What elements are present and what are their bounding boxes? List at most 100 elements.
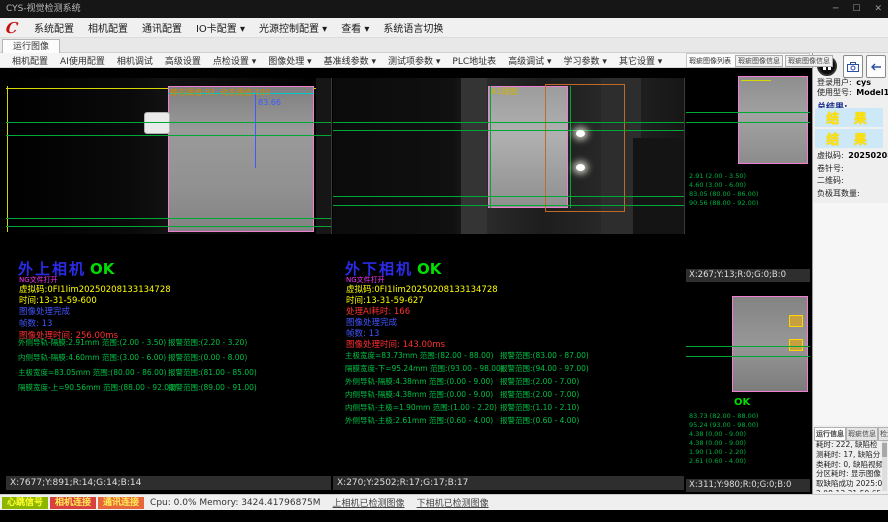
menu-bar: C 系统配置相机配置通讯配置IO卡配置 ▾光源控制配置 ▾查看 ▾系统语言切换 (0, 18, 888, 38)
defect-highlight-box-1 (789, 315, 803, 327)
result-text: 结 果 (826, 129, 872, 148)
measurement-row: 外侧导轨-隔膜:2.91mm 范围:(2.00 - 3.50)报警范围:(2.2… (6, 337, 331, 349)
thumb-measure-line: 4.38 (0.00 - 9.00) (689, 439, 758, 448)
window-title: CYS-视觉检测系统 (6, 0, 81, 18)
menu-items: 系统配置相机配置通讯配置IO卡配置 ▾光源控制配置 ▾查看 ▾系统语言切换 (27, 20, 450, 35)
measurement-row: 主极宽度=83.05mm 范围:(80.00 - 86.00)报警范围:(81.… (6, 367, 331, 379)
alarm-range-text: 报警范围:(2.00 - 7.00) (500, 376, 579, 387)
info-tab-2[interactable]: 检测信息 (878, 427, 888, 441)
green-measure-line-2 (686, 122, 810, 123)
toolbar-item-11[interactable]: 其它设置 ▾ (613, 54, 668, 67)
measurement-text: 外侧导轨-主极:2.61mm 范围:(0.60 - 4.00) (345, 415, 493, 426)
toolbar-item-10[interactable]: 学习参数 ▾ (558, 54, 613, 67)
menu-item-6[interactable]: 系统语言切换 (376, 20, 450, 35)
alarm-range-text: 报警范围:(81.00 - 85.00) (168, 367, 257, 378)
tab-run-image[interactable]: 运行图像 (2, 39, 60, 53)
lower-camera-status-link[interactable]: 下相机已检测图像 (417, 496, 489, 509)
toolbar-item-1[interactable]: AI使用配置 (54, 54, 111, 67)
pixel-readout-bar: X:7677;Y:891;R:14;G:14;B:14 (6, 476, 331, 490)
thumb-measure-line: 2.91 (2.00 - 3.50) (689, 172, 758, 181)
result-box-lower: 结 果 (815, 129, 883, 148)
toolbar-item-6[interactable]: 基准线参数 ▾ (318, 54, 382, 67)
status-badge-0: 心跳信号 (2, 497, 48, 509)
sidebar-blank-panel (813, 203, 888, 425)
minimize-button[interactable]: ─ (833, 0, 838, 18)
close-button[interactable]: ✕ (874, 0, 882, 18)
measurement-row: 内侧导轨-主极=1.90mm 范围:(1.00 - 2.20)报警范围:(1.1… (333, 402, 684, 414)
green-measure-line-1 (686, 112, 810, 113)
toolbar-item-5[interactable]: 图像处理 ▾ (262, 54, 317, 67)
tab-count-row: 负极耳数量: (817, 188, 860, 199)
toolbar-item-2[interactable]: 相机调试 (111, 54, 159, 67)
defect-image-tab-1[interactable]: 瑕疵图像信息 (785, 55, 833, 67)
toolbar-item-3[interactable]: 高级设置 (159, 54, 207, 67)
pin-number-row: 卷针号: (817, 163, 844, 174)
measurement-text: 内侧导轨-隔膜:4.38mm 范围:(0.00 - 9.00) (345, 389, 493, 400)
thumb-measure-line: 1.90 (1.00 - 2.20) (689, 448, 758, 457)
return-button[interactable] (866, 55, 886, 78)
measurement-row: 内侧导轨-隔膜:4.60mm 范围:(3.00 - 6.00)报警范围:(0.0… (6, 352, 331, 364)
pixel-readout-bar: X:267;Y:13;R:0;G:0;B:0 (686, 269, 810, 282)
measurement-text: 内侧导轨-隔膜:4.60mm 范围:(3.00 - 6.00) (18, 352, 166, 363)
thumb-measure-line: 95.24 (93.00 - 98.00) (689, 421, 758, 430)
measurement-text: 外侧导轨-隔膜:4.38mm 范围:(0.00 - 9.00) (345, 376, 493, 387)
left-camera-panel: 83.66 静态阈值:93, 动态阈值:100 外上相机OK NG文件打开 虚拟… (6, 72, 331, 492)
measurement-list: 主极宽度=83.73mm 范围:(82.00 - 88.00)报警范围:(83.… (333, 72, 684, 492)
measurement-row: 内侧导轨-隔膜:4.38mm 范围:(0.00 - 9.00)报警范围:(2.0… (333, 389, 684, 401)
toolbar-item-7[interactable]: 测试项参数 ▾ (382, 54, 446, 67)
menu-item-0[interactable]: 系统配置 (27, 20, 81, 35)
info-tab-0[interactable]: 运行信息 (814, 427, 846, 441)
log-scrollbar[interactable] (882, 441, 887, 491)
green-measure-line-2 (686, 356, 810, 357)
snapshot-button[interactable] (843, 55, 863, 78)
main-area: 83.66 静态阈值:93, 动态阈值:100 外上相机OK NG文件打开 虚拟… (0, 68, 888, 494)
status-badge-2: 通讯连接 (98, 497, 144, 509)
measurement-list: 外侧导轨-隔膜:2.91mm 范围:(2.00 - 3.50)报警范围:(2.2… (6, 72, 331, 492)
measurement-row: 主极宽度=83.73mm 范围:(82.00 - 88.00)报警范围:(83.… (333, 350, 684, 362)
menu-item-2[interactable]: 通讯配置 (135, 20, 189, 35)
toolbar-item-8[interactable]: PLC地址表 (446, 54, 502, 67)
measurement-row: 外侧导轨-隔膜:4.38mm 范围:(0.00 - 9.00) 报警范围:(2.0… (333, 376, 684, 388)
login-user-label: 登录用户: (817, 78, 852, 87)
defect-highlight-box-2 (789, 339, 803, 351)
measurement-row: 隔膜宽度-下=95.24mm 范围:(93.00 - 98.00)报警范围:(9… (333, 363, 684, 375)
thumb-measure-list: 2.91 (2.00 - 3.50)4.60 (3.00 - 6.00)83.0… (689, 172, 758, 208)
measurement-text: 隔膜宽度-下=95.24mm 范围:(93.00 - 98.00) (345, 363, 504, 374)
status-badge-1: 相机连接 (50, 497, 96, 509)
menu-item-1[interactable]: 相机配置 (81, 20, 135, 35)
status-bar: 心跳信号相机连接通讯连接 Cpu: 0.0% Memory: 3424.4179… (0, 494, 888, 510)
model-row: 使用型号: Model1 (817, 87, 888, 98)
thumbnail-image-2[interactable] (732, 296, 808, 392)
info-tab-1[interactable]: 瑕疵信息 (846, 427, 878, 441)
measurement-row: 隔膜宽度-上=90.56mm 范围:(88.00 - 92.00)报警范围:(8… (6, 382, 331, 394)
toolbar-item-4[interactable]: 点检设置 ▾ (207, 54, 262, 67)
virtual-code-value: 20250208 (848, 151, 888, 160)
defect-thumbnail-column: 2.91 (2.00 - 3.50)4.60 (3.00 - 6.00)83.0… (686, 72, 810, 492)
defect-image-tab-0[interactable]: 瑕疵图像信息 (735, 55, 783, 67)
status-badges: 心跳信号相机连接通讯连接 (2, 497, 144, 509)
toolbar-item-0[interactable]: 相机配置 (6, 54, 54, 67)
pixel-readout-bar: X:270;Y:2502;R:17;G:17;B:17 (333, 476, 684, 490)
login-user-value: cys (856, 78, 871, 87)
menu-item-4[interactable]: 光源控制配置 ▾ (252, 20, 334, 35)
maximize-button[interactable]: ☐ (852, 0, 860, 18)
cpu-memory-text: Cpu: 0.0% Memory: 3424.41796875M (150, 498, 321, 508)
thumbnail-image-1[interactable] (738, 76, 808, 164)
menu-item-5[interactable]: 查看 ▾ (334, 20, 376, 35)
result-box-upper: 结 果 (815, 108, 883, 127)
measurement-text: 主极宽度=83.73mm 范围:(82.00 - 88.00) (345, 350, 494, 361)
lower-camera-panel: A1阈值 外下相机OK NG文件打开 虚拟码:0FI1Iim2025020813… (333, 72, 684, 492)
toolbar-item-9[interactable]: 高级调试 ▾ (502, 54, 557, 67)
info-tab-strip: 运行信息瑕疵信息检测信息 (814, 427, 888, 441)
pixel-readout-bar: X:311;Y:980;R:0;G:0;B:0 (686, 479, 810, 492)
title-bar: CYS-视觉检测系统 ─ ☐ ✕ (0, 0, 888, 18)
app-logo-icon: C (5, 19, 19, 37)
log-scrollbar-thumb[interactable] (882, 443, 887, 457)
run-log-text: 耗时: 222, 缺陷检测耗时: 17, 缺陷分类耗时: 0, 缺陷视频分区耗时… (814, 440, 883, 492)
green-measure-line-1 (686, 346, 810, 347)
menu-item-3[interactable]: IO卡配置 ▾ (189, 20, 252, 35)
pin-number-label: 卷针号: (817, 164, 844, 173)
upper-camera-status-link[interactable]: 上相机已检测图像 (333, 496, 405, 509)
thumbnail-panel-1: 2.91 (2.00 - 3.50)4.60 (3.00 - 6.00)83.0… (686, 72, 810, 282)
window-controls: ─ ☐ ✕ (833, 0, 882, 18)
